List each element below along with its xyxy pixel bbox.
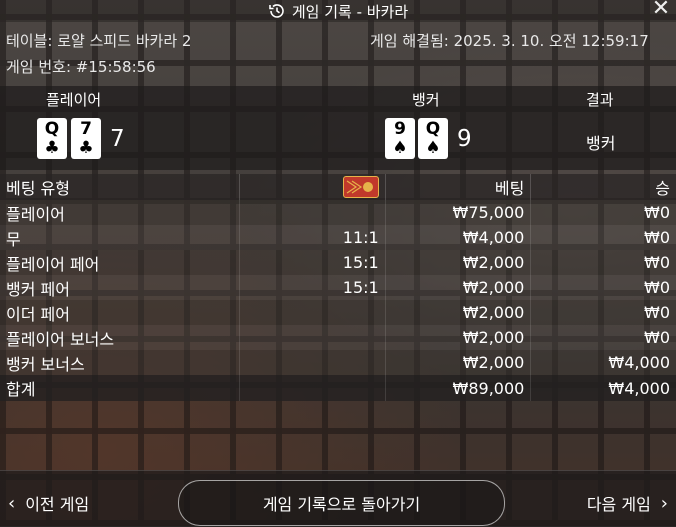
red-envelope-icon: [342, 176, 379, 198]
table-row: 플레이어 보너스 ₩2,000 ₩0: [0, 325, 676, 350]
footer-nav: ‹ 이전 게임 게임 기록으로 돌아가기 다음 게임 ›: [0, 470, 676, 527]
bet-amount: ₩2,000: [385, 300, 532, 325]
bet-amount: ₩2,000: [385, 350, 532, 375]
table-name: 테이블: 로얄 스피드 바카라 2: [6, 32, 192, 50]
card-rank: Q: [44, 119, 60, 139]
player-card-2: 7 ♣: [71, 118, 101, 159]
table-row: 이더 페어 ₩2,000 ₩0: [0, 300, 676, 325]
history-header: 게임 기록 - 바카라 ✕: [0, 0, 676, 22]
banker-card-1: 9 ♠: [385, 118, 415, 159]
club-icon: ♣: [78, 138, 94, 158]
total-label: 합계: [0, 375, 241, 401]
banker-card-2: Q ♠: [418, 118, 448, 159]
bet-odds: 15:1: [239, 250, 386, 275]
banker-label: 뱅커: [412, 91, 440, 109]
bet-odds: 11:1: [239, 225, 386, 250]
outcome-label: 결과: [586, 91, 614, 109]
table-row: 뱅커 페어 15:1 ₩2,000 ₩0: [0, 275, 676, 300]
bet-odds: [239, 200, 386, 225]
header-title: 게임 기록 - 바카라: [291, 2, 409, 21]
outcome-value: 뱅커: [586, 134, 616, 153]
win-amount: ₩0: [530, 225, 676, 250]
bet-odds: [239, 300, 386, 325]
bet-amount: ₩4,000: [385, 225, 532, 250]
card-rank: Q: [425, 119, 441, 139]
chevron-left-icon: ‹: [8, 492, 16, 514]
bet-type: 이더 페어: [0, 300, 241, 325]
bet-amount: ₩75,000: [385, 200, 532, 225]
player-label: 플레이어: [46, 91, 102, 109]
result-body: Q ♣ 7 ♣ 7 9 ♠ Q ♠ 9 뱅커: [0, 112, 676, 170]
spade-icon: ♠: [392, 138, 408, 158]
total-row: 합계 ₩89,000 ₩4,000: [0, 375, 676, 401]
banker-score: 9: [457, 126, 472, 152]
col-chip: [239, 174, 386, 200]
bet-odds: [239, 350, 386, 375]
prev-game-label: 이전 게임: [25, 495, 90, 514]
game-number: 게임 번호: #15:58:56: [6, 58, 156, 76]
col-bet-type: 베팅 유형: [0, 174, 241, 200]
bet-type: 플레이어 페어: [0, 250, 241, 275]
player-score: 7: [110, 126, 125, 152]
bet-odds: 15:1: [239, 275, 386, 300]
bet-type: 플레이어: [0, 200, 241, 225]
win-amount: ₩0: [530, 275, 676, 300]
table-row: 무 11:1 ₩4,000 ₩0: [0, 225, 676, 250]
col-win: 승: [530, 174, 676, 200]
win-amount: ₩4,000: [530, 350, 676, 375]
total-bet: ₩89,000: [385, 375, 532, 401]
win-amount: ₩0: [530, 200, 676, 225]
next-game-label: 다음 게임: [586, 495, 651, 514]
close-icon: ✕: [651, 0, 671, 21]
club-icon: ♣: [44, 138, 60, 158]
table-row: 플레이어 페어 15:1 ₩2,000 ₩0: [0, 250, 676, 275]
bet-odds: [239, 325, 386, 350]
back-to-history-label: 게임 기록으로 돌아가기: [262, 495, 421, 514]
resolved-time: 게임 해결됨: 2025. 3. 10. 오전 12:59:17: [370, 32, 649, 50]
bet-type: 무: [0, 225, 241, 250]
total-odds: [239, 375, 386, 401]
win-amount: ₩0: [530, 325, 676, 350]
bet-type: 뱅커 보너스: [0, 350, 241, 375]
table-row: 플레이어 ₩75,000 ₩0: [0, 200, 676, 225]
card-rank: 7: [80, 119, 92, 139]
prev-game-button[interactable]: ‹ 이전 게임: [8, 491, 89, 515]
close-button[interactable]: ✕: [650, 0, 672, 20]
info-row-2: 게임 번호: #15:58:56: [6, 56, 676, 77]
spade-icon: ♠: [425, 138, 441, 158]
result-header: 플레이어 뱅커 결과: [0, 86, 676, 112]
win-amount: ₩0: [530, 250, 676, 275]
bet-amount: ₩2,000: [385, 275, 532, 300]
history-icon: [268, 2, 286, 20]
bet-type: 뱅커 페어: [0, 275, 241, 300]
table-row: 뱅커 보너스 ₩2,000 ₩4,000: [0, 350, 676, 375]
chevron-right-icon: ›: [660, 492, 668, 514]
bets-table: 베팅 유형 베팅 승 플레이어 ₩75,000 ₩0 무 11:1 ₩4,000…: [0, 174, 676, 401]
total-win: ₩4,000: [530, 375, 676, 401]
win-amount: ₩0: [530, 300, 676, 325]
player-card-1: Q ♣: [37, 118, 67, 159]
bets-header-row: 베팅 유형 베팅 승: [0, 174, 676, 200]
back-to-history-button[interactable]: 게임 기록으로 돌아가기: [178, 480, 505, 526]
bet-amount: ₩2,000: [385, 325, 532, 350]
bet-type: 플레이어 보너스: [0, 325, 241, 350]
bet-amount: ₩2,000: [385, 250, 532, 275]
card-rank: 9: [394, 119, 406, 139]
next-game-button[interactable]: 다음 게임 ›: [587, 491, 668, 515]
col-bet: 베팅: [385, 174, 532, 200]
